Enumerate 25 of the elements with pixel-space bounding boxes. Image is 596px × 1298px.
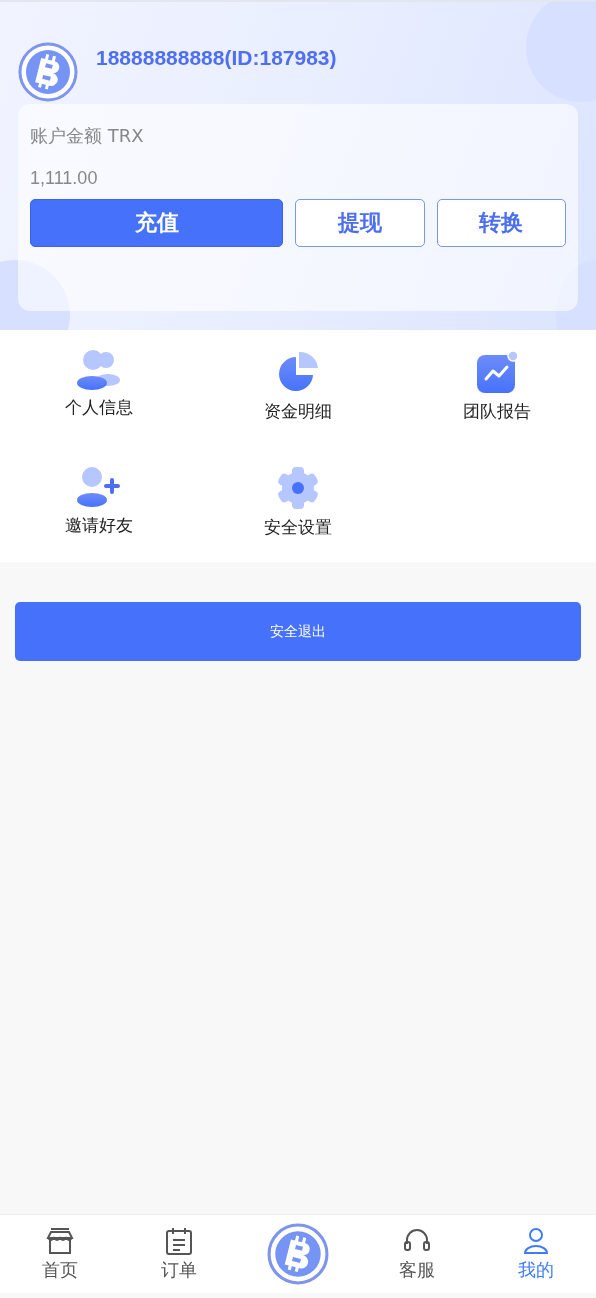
calendar-icon xyxy=(163,1226,194,1256)
shop-icon xyxy=(44,1226,75,1256)
pie-chart-icon xyxy=(276,350,320,394)
menu-item[interactable]: 个人信息 xyxy=(65,396,134,419)
add-user-icon xyxy=(76,466,123,508)
chart-icon xyxy=(474,350,519,394)
tab-label[interactable]: 首页 xyxy=(41,1258,78,1282)
balance-amount: 1,111.00 xyxy=(30,168,99,189)
balance-label: 账户金额 TRX xyxy=(30,124,145,148)
bitcoin-icon xyxy=(18,42,78,102)
bitcoin-icon xyxy=(267,1223,329,1285)
tab-label[interactable]: 客服 xyxy=(399,1258,436,1282)
menu-item[interactable]: 邀请好友 xyxy=(65,514,134,537)
users-icon xyxy=(76,350,123,390)
tab-label[interactable]: 我的 xyxy=(518,1258,555,1282)
tab-label[interactable]: 订单 xyxy=(160,1258,197,1282)
logout-button[interactable]: 安全退出 xyxy=(15,602,581,661)
user-name: 18888888888(ID:187983) xyxy=(96,46,337,70)
settings-icon xyxy=(276,466,320,510)
menu-item[interactable]: 团队报告 xyxy=(462,400,531,423)
action-button[interactable]: 转换 xyxy=(436,199,566,247)
menu-item[interactable]: 资金明细 xyxy=(264,400,332,423)
action-button[interactable]: 提现 xyxy=(295,199,425,247)
recharge-button[interactable]: 充值 xyxy=(30,199,283,247)
menu-item[interactable]: 安全设置 xyxy=(264,516,332,539)
